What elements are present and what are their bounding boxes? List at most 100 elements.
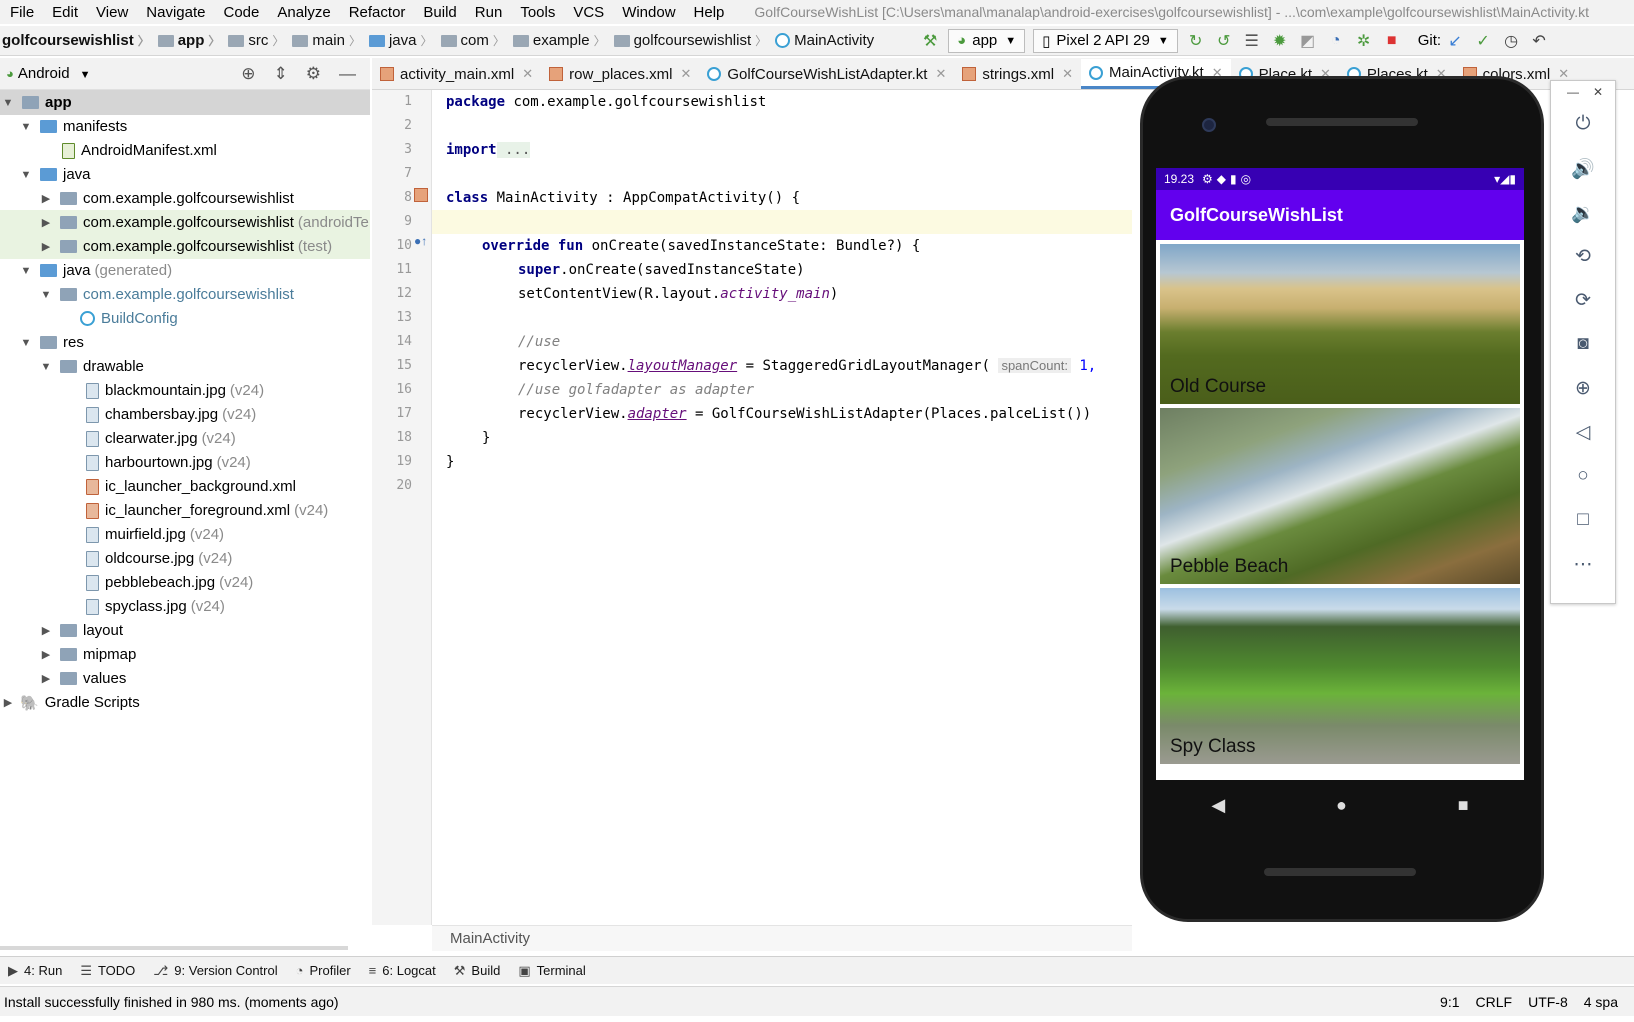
- tab-adapter[interactable]: GolfCourseWishListAdapter.kt ✕: [699, 59, 954, 89]
- tree-item-drawable[interactable]: ▼ drawable: [38, 354, 144, 379]
- close-icon[interactable]: ✕: [680, 66, 691, 82]
- tree-item-values[interactable]: ▶ values: [38, 666, 127, 691]
- file-encoding[interactable]: UTF-8: [1528, 994, 1568, 1010]
- menu-navigate[interactable]: Navigate: [136, 4, 213, 21]
- stop-icon[interactable]: ■: [1381, 30, 1403, 52]
- breadcrumb-package[interactable]: golfcoursewishlist 〉: [606, 32, 767, 49]
- menu-run[interactable]: Run: [465, 4, 511, 21]
- tree-item-manifests[interactable]: ▼ manifests: [18, 114, 128, 139]
- breadcrumb-src[interactable]: src 〉: [220, 32, 284, 49]
- more-icon[interactable]: ⋯: [1551, 553, 1615, 576]
- zoom-icon[interactable]: ⊕: [1551, 377, 1615, 400]
- attach-debugger-icon[interactable]: ◩: [1297, 30, 1319, 52]
- breadcrumb-mainactivity[interactable]: MainActivity: [767, 32, 874, 49]
- volume-down-icon[interactable]: 🔉: [1551, 201, 1615, 225]
- horizontal-scrollbar[interactable]: [0, 946, 348, 950]
- device-select[interactable]: ▯ Pixel 2 API 29 ▼: [1033, 28, 1178, 53]
- project-view-select[interactable]: Android ▼: [18, 65, 91, 82]
- layout-file-gutter-icon[interactable]: [414, 188, 428, 202]
- breadcrumb-main[interactable]: main 〉: [284, 32, 361, 49]
- tree-item-launcher-bg[interactable]: ic_launcher_background.xml: [86, 474, 296, 499]
- menu-help[interactable]: Help: [684, 4, 733, 21]
- collapse-icon[interactable]: ⇕: [274, 64, 288, 84]
- tree-item-package-androidtest[interactable]: ▶ com.example.golfcoursewishlist (androidT…: [0, 210, 370, 235]
- debug-icon[interactable]: ✹: [1269, 30, 1291, 52]
- tree-item-package-test[interactable]: ▶ com.example.golfcoursewishlist (test): [0, 234, 370, 259]
- menu-view[interactable]: View: [86, 4, 136, 21]
- git-commit-icon[interactable]: ✓: [1472, 30, 1494, 52]
- tree-item-launcher-fg[interactable]: ic_launcher_foreground.xml (v24): [86, 498, 328, 523]
- tool-version-control[interactable]: ⎇ 9: Version Control: [153, 963, 277, 979]
- menu-tools[interactable]: Tools: [510, 4, 563, 21]
- tree-item-muirfield[interactable]: muirfield.jpg (v24): [86, 522, 224, 547]
- rotate-left-icon[interactable]: ⟲: [1551, 245, 1615, 268]
- tab-row-places[interactable]: row_places.xml ✕: [541, 59, 699, 89]
- rollback-icon[interactable]: ↶: [1528, 30, 1550, 52]
- minimize-icon[interactable]: —: [1567, 85, 1579, 99]
- tree-item-spyclass[interactable]: spyclass.jpg (v24): [86, 594, 225, 619]
- locate-icon[interactable]: ⊕: [241, 64, 255, 84]
- tool-profiler[interactable]: ◔ Profiler: [296, 963, 351, 978]
- tool-build[interactable]: ⚒ Build: [454, 963, 501, 979]
- tree-item-layout[interactable]: ▶ layout: [38, 618, 123, 643]
- close-icon[interactable]: ✕: [522, 66, 533, 82]
- menu-analyze[interactable]: Analyze: [267, 4, 338, 21]
- menu-vcs[interactable]: VCS: [563, 4, 612, 21]
- volume-up-icon[interactable]: 🔊: [1551, 157, 1615, 181]
- breadcrumb-com[interactable]: com 〉: [433, 32, 505, 49]
- run-config-select[interactable]: ◕ app ▼: [948, 28, 1026, 53]
- coverage-icon[interactable]: ☰: [1241, 30, 1263, 52]
- code-editor[interactable]: package com.example.golfcoursewishlist i…: [432, 90, 1132, 925]
- overview-icon[interactable]: ■: [1458, 795, 1469, 816]
- close-icon[interactable]: ✕: [1062, 66, 1073, 82]
- place-card-old-course[interactable]: Old Course: [1160, 244, 1520, 404]
- tree-item-clearwater[interactable]: clearwater.jpg (v24): [86, 426, 236, 451]
- tree-item-pebblebeach[interactable]: pebblebeach.jpg (v24): [86, 570, 253, 595]
- power-icon[interactable]: ⏻: [1551, 113, 1615, 135]
- tab-activity-main[interactable]: activity_main.xml ✕: [372, 59, 541, 89]
- menu-edit[interactable]: Edit: [42, 4, 86, 21]
- apply-code-changes-icon[interactable]: ↺: [1213, 30, 1235, 52]
- tree-item-app[interactable]: ▼ app: [0, 90, 370, 115]
- tree-item-oldcourse[interactable]: oldcourse.jpg (v24): [86, 546, 232, 571]
- tree-item-package-generated[interactable]: ▼ com.example.golfcoursewishlist: [38, 282, 294, 307]
- tree-item-java[interactable]: ▼ java: [18, 162, 91, 187]
- apply-changes-icon[interactable]: ↻: [1185, 30, 1207, 52]
- menu-window[interactable]: Window: [612, 4, 683, 21]
- tree-item-java-generated[interactable]: ▼ java (generated): [18, 258, 173, 283]
- close-icon[interactable]: ✕: [935, 66, 946, 82]
- menu-build[interactable]: Build: [413, 4, 464, 21]
- menu-code[interactable]: Code: [213, 4, 267, 21]
- breadcrumb-root[interactable]: golfcoursewishlist 〉: [2, 32, 150, 49]
- tree-item-manifest-file[interactable]: AndroidManifest.xml: [62, 138, 217, 163]
- tree-item-harbourtown[interactable]: harbourtown.jpg (v24): [86, 450, 251, 475]
- breadcrumb-java[interactable]: java 〉: [361, 32, 433, 49]
- tree-item-res[interactable]: ▼ res: [18, 330, 84, 355]
- camera-icon[interactable]: ◙: [1551, 333, 1615, 355]
- breadcrumb-example[interactable]: example 〉: [505, 32, 606, 49]
- place-card-pebble-beach[interactable]: Pebble Beach: [1160, 408, 1520, 584]
- tab-strings[interactable]: strings.xml ✕: [954, 59, 1081, 89]
- bug-icon[interactable]: ✲: [1353, 30, 1375, 52]
- tree-item-blackmountain[interactable]: blackmountain.jpg (v24): [86, 378, 264, 403]
- status-message[interactable]: Install successfully finished in 980 ms.…: [4, 994, 339, 1010]
- home-icon[interactable]: ○: [1551, 465, 1615, 487]
- tree-item-buildconfig[interactable]: BuildConfig: [80, 306, 178, 331]
- line-separator[interactable]: CRLF: [1476, 994, 1513, 1010]
- tool-run[interactable]: ▶ 4: Run: [8, 963, 62, 979]
- override-gutter-icon[interactable]: ●↑: [414, 234, 427, 248]
- overview-icon[interactable]: □: [1551, 509, 1615, 531]
- tree-item-gradle[interactable]: ▶ 🐘 Gradle Scripts: [0, 690, 140, 715]
- tool-terminal[interactable]: ▣ Terminal: [518, 963, 585, 979]
- tree-item-package-main[interactable]: ▶ com.example.golfcoursewishlist: [38, 186, 294, 211]
- place-card-spy-class[interactable]: Spy Class: [1160, 588, 1520, 764]
- back-icon[interactable]: ◁: [1551, 421, 1615, 444]
- history-icon[interactable]: ◷: [1500, 30, 1522, 52]
- breadcrumb-app[interactable]: app 〉: [150, 32, 220, 49]
- menu-file[interactable]: File: [0, 4, 42, 21]
- indent-setting[interactable]: 4 spa: [1584, 994, 1618, 1010]
- tool-todo[interactable]: ☰ TODO: [80, 963, 135, 979]
- close-icon[interactable]: ✕: [1593, 85, 1603, 99]
- tool-logcat[interactable]: ≡ 6: Logcat: [369, 963, 436, 978]
- caret-position[interactable]: 9:1: [1440, 994, 1459, 1010]
